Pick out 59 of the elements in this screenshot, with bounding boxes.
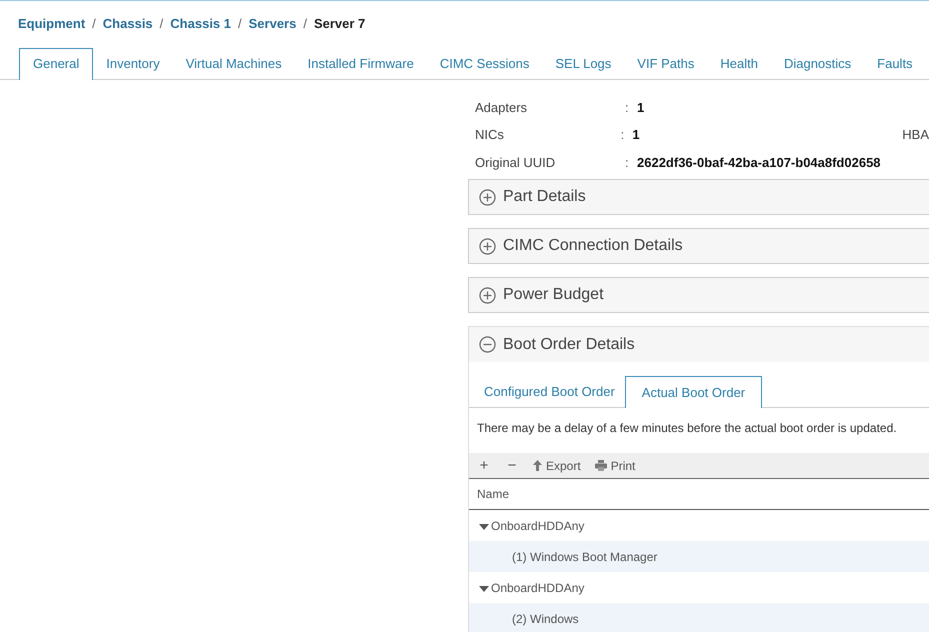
property-colon: :: [625, 154, 630, 172]
section-header[interactable]: Part Details: [468, 179, 929, 215]
expand-icon[interactable]: [479, 238, 496, 254]
section-title: Boot Order Details: [503, 334, 635, 354]
property-value: 2622df36-0baf-42ba-a107-b04a8fd02658: [637, 154, 882, 172]
tab[interactable]: Virtual Machines: [172, 48, 295, 80]
printer-icon: [594, 460, 607, 471]
section-header[interactable]: CIMC Connection Details: [468, 228, 929, 264]
tree-leaf-label[interactable]: (2) Windows: [512, 610, 579, 628]
caret-down-icon[interactable]: [479, 584, 489, 592]
up-arrow-icon: [533, 460, 542, 471]
property-colon: :: [620, 126, 626, 144]
caret-down-icon[interactable]: [479, 522, 489, 530]
section-title: Power Budget: [503, 285, 604, 305]
tree-row[interactable]: (1) Windows Boot Manager: [469, 541, 929, 572]
tab[interactable]: Installed Firmware: [294, 48, 427, 80]
breadcrumb-separator: /: [303, 15, 307, 33]
tab[interactable]: CIMC Sessions: [426, 48, 542, 80]
tree-node-label[interactable]: OnboardHDDAny: [491, 516, 584, 534]
tab[interactable]: General: [19, 48, 94, 80]
info-message: There may be a delay of a few minutes before the actual boot order is updated.: [476, 420, 898, 437]
add-button[interactable]: +: [477, 458, 491, 473]
property-label: Original UUID: [475, 154, 556, 172]
property-label: Adapters: [475, 98, 528, 117]
property-value: 1: [637, 98, 646, 116]
tab[interactable]: Diagnostics: [770, 48, 864, 80]
column-header[interactable]: Name: [477, 485, 510, 503]
section-header[interactable]: Boot Order Details: [468, 326, 929, 362]
tree-node-label[interactable]: OnboardHDDAny: [491, 578, 584, 596]
expand-icon[interactable]: [479, 286, 496, 304]
property-colon: :: [625, 98, 630, 116]
tab[interactable]: Health: [707, 48, 771, 80]
print-button[interactable]: Print: [594, 456, 636, 474]
breadcrumb-separator: /: [238, 15, 242, 33]
expand-icon[interactable]: [479, 188, 496, 206]
tab[interactable]: Configured Boot Order: [474, 376, 625, 407]
section-header[interactable]: Power Budget: [468, 277, 929, 313]
breadcrumb-separator: /: [160, 15, 164, 33]
tree-row[interactable]: (2) Windows: [469, 603, 929, 632]
property-value: 1: [632, 126, 641, 144]
breadcrumb-link[interactable]: Chassis: [102, 14, 153, 34]
property-label: HBA: [902, 126, 929, 144]
tab[interactable]: VIF Paths: [624, 48, 708, 80]
collapse-icon[interactable]: [479, 336, 496, 353]
section-title: CIMC Connection Details: [503, 236, 683, 256]
tab[interactable]: Actual Boot Order: [624, 376, 762, 408]
breadcrumb-separator: /: [92, 15, 96, 33]
property-label: NICs: [475, 126, 505, 144]
tab[interactable]: SEL Logs: [542, 48, 624, 80]
breadcrumb-link[interactable]: Equipment: [18, 14, 86, 34]
remove-button[interactable]: −: [505, 458, 519, 473]
tab[interactable]: Faults: [864, 48, 926, 80]
tree-leaf-label[interactable]: (1) Windows Boot Manager: [512, 548, 658, 566]
breadcrumb-current: Server 7: [314, 15, 366, 33]
breadcrumb-link[interactable]: Chassis 1: [170, 14, 231, 34]
tab[interactable]: Inventory: [93, 48, 173, 80]
export-button[interactable]: Export: [533, 456, 581, 474]
breadcrumb-link[interactable]: Servers: [248, 14, 296, 34]
section-title: Part Details: [503, 187, 586, 207]
